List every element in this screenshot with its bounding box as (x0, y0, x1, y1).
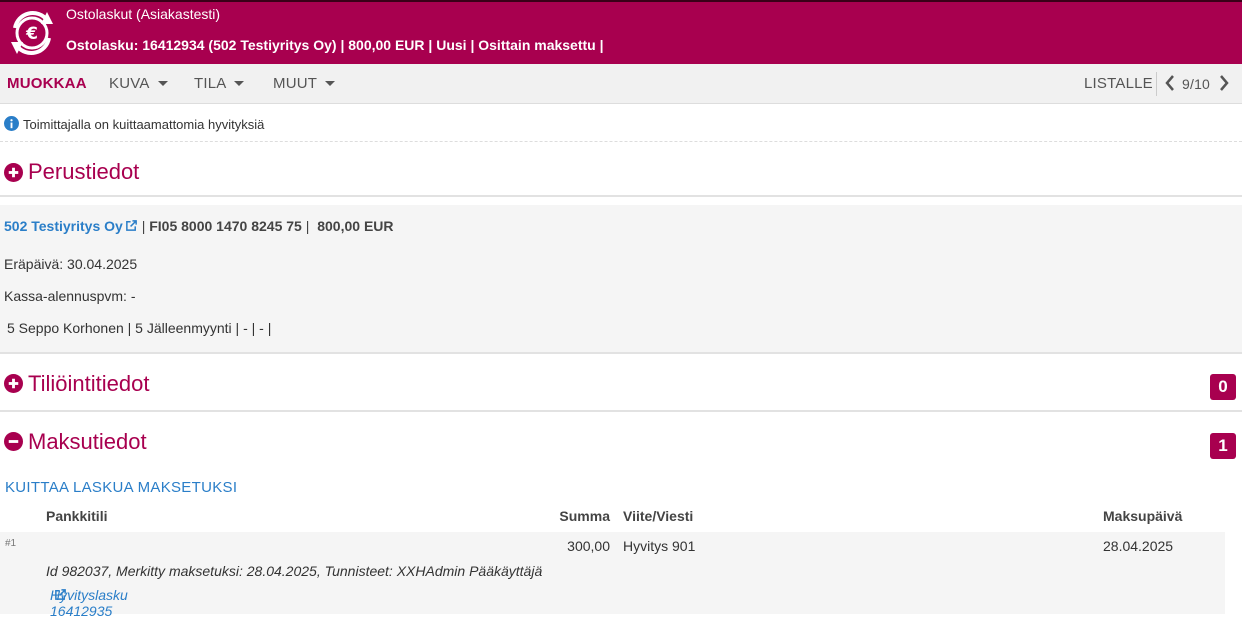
separator: | (141, 218, 146, 234)
edit-tab[interactable]: MUOKKAA (7, 75, 87, 92)
column-reference: Viite/Viesti (623, 508, 694, 524)
notice-text: Toimittajalla on kuittaamattomia hyvityk… (23, 117, 265, 132)
basic-info-panel: 502 Testiyritys Oy | FI05 8000 1470 8245… (0, 205, 1242, 352)
chevron-left-icon[interactable] (1164, 73, 1176, 93)
row-meta: Id 982037, Merkitty maksetuksi: 28.04.20… (46, 563, 543, 579)
image-menu[interactable]: KUVA (109, 75, 168, 92)
other-label: MUUT (273, 75, 318, 92)
plus-circle-icon[interactable] (4, 163, 23, 182)
row-reference: Hyvitys 901 (623, 538, 696, 554)
credit-note-link[interactable]: Hyvityslasku 16412935 (50, 587, 128, 619)
euro-refresh-icon[interactable]: € (7, 8, 57, 58)
table-row: #1 300,00 Hyvitys 901 28.04.2025 Id 9820… (0, 532, 1225, 619)
accounting-count-badge: 0 (1210, 374, 1236, 400)
dimensions-line: 5 Seppo Korhonen | 5 Jälleenmyynti | - |… (7, 320, 272, 336)
to-list-button[interactable]: LISTALLE (1084, 75, 1153, 92)
supplier-link[interactable]: 502 Testiyritys Oy (4, 218, 138, 234)
chevron-right-icon[interactable] (1218, 73, 1230, 93)
section-accounting-title: Tiliöintitiedot (28, 371, 150, 396)
caret-down-icon (234, 80, 245, 86)
payment-count-badge: 1 (1210, 433, 1236, 459)
image-label: KUVA (109, 75, 150, 92)
toolbar: MUOKKAA KUVA TILA MUUT LISTALLE 9/10 (0, 64, 1242, 104)
supplier-name: 502 Testiyritys Oy (4, 218, 123, 234)
svg-text:€: € (25, 24, 38, 44)
invoice-summary: Ostolasku: 16412934 (502 Testiyritys Oy)… (66, 37, 604, 53)
section-payment-header[interactable]: Maksutiedot 1 (0, 412, 1242, 468)
payment-table-header: Pankkitili Summa Viite/Viesti Maksupäivä (0, 507, 1242, 531)
pager-position: 9/10 (1182, 76, 1211, 92)
caret-down-icon (325, 80, 336, 86)
invoice-amount: 800,00 EUR (317, 218, 394, 234)
supplier-notice: Toimittajalla on kuittaamattomia hyvityk… (0, 104, 1242, 142)
mark-paid-link[interactable]: KUITTAA LASKUA MAKSETUKSI (5, 479, 237, 496)
section-accounting-header[interactable]: Tiliöintitiedot 0 (0, 354, 1242, 410)
column-account: Pankkitili (46, 508, 108, 524)
supplier-iban: FI05 8000 1470 8245 75 (149, 218, 302, 234)
section-payment-title: Maksutiedot (28, 429, 147, 454)
minus-circle-icon[interactable] (4, 432, 23, 451)
state-menu[interactable]: TILA (194, 75, 245, 92)
info-icon (4, 116, 19, 131)
other-menu[interactable]: MUUT (273, 75, 336, 92)
nav-divider (1156, 72, 1157, 96)
app-header: € Ostolaskut (Asiakastesti) Ostolasku: 1… (0, 0, 1242, 64)
credit-note-label: Hyvityslasku 16412935 (50, 587, 128, 619)
section-basic-title: Perustiedot (28, 159, 140, 184)
section-divider (0, 195, 1242, 197)
plus-circle-icon[interactable] (4, 374, 23, 393)
section-basic-header[interactable]: Perustiedot (0, 155, 1242, 195)
column-sum: Summa (559, 508, 610, 524)
cash-discount-date: Kassa-alennuspvm: - (4, 288, 136, 304)
caret-down-icon (157, 80, 168, 86)
supplier-line: 502 Testiyritys Oy | FI05 8000 1470 8245… (4, 218, 394, 234)
app-title: Ostolaskut (Asiakastesti) (66, 6, 221, 22)
external-link-icon (125, 220, 137, 231)
due-date: Eräpäivä: 30.04.2025 (4, 256, 138, 272)
row-date: 28.04.2025 (1103, 538, 1174, 554)
edit-label: MUOKKAA (7, 75, 87, 92)
row-sum: 300,00 (567, 538, 610, 554)
row-number: #1 (5, 538, 17, 549)
separator: | (305, 218, 310, 234)
column-date: Maksupäivä (1103, 508, 1183, 524)
state-label: TILA (194, 75, 227, 92)
